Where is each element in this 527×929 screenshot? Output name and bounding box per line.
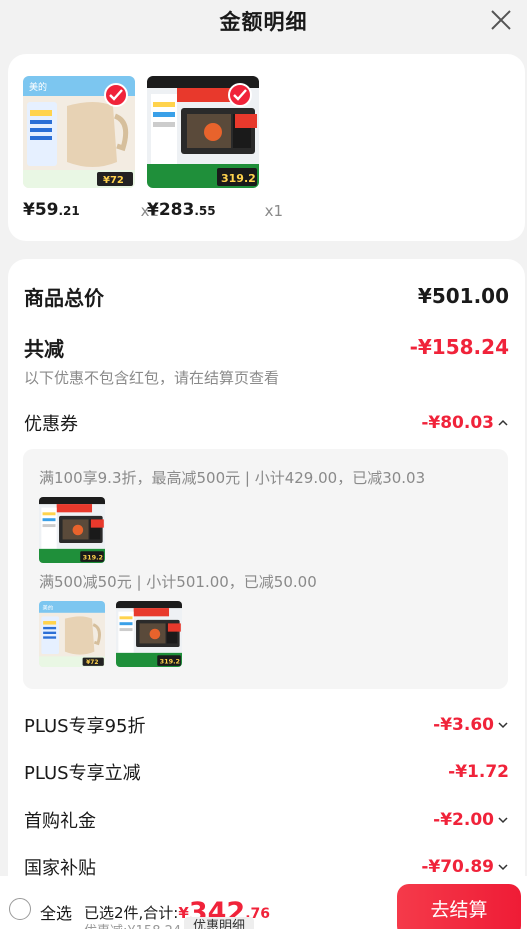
- discount-label: PLUS专享立减: [24, 763, 141, 784]
- coupon-value[interactable]: -¥80.03: [421, 413, 509, 433]
- select-all-radio[interactable]: [9, 898, 31, 920]
- chevron-down-icon[interactable]: [497, 719, 509, 731]
- discount-note: 以下优惠不包含红包，请在结算页查看: [24, 369, 280, 387]
- checked-icon[interactable]: [104, 83, 128, 107]
- chevron-up-icon[interactable]: [497, 417, 509, 429]
- discount-row-first-purchase[interactable]: 首购礼金 -¥2.00: [24, 805, 509, 835]
- coupon-product-thumbnail: [39, 601, 105, 667]
- reduce-value: -¥158.24: [409, 335, 509, 359]
- kettle-image: [39, 601, 105, 667]
- microwave-image: [39, 497, 105, 563]
- discount-value[interactable]: -¥3.60: [433, 715, 509, 735]
- close-icon[interactable]: [489, 8, 513, 32]
- chevron-down-icon[interactable]: [497, 814, 509, 826]
- coupon-product-thumbnail: [39, 497, 105, 563]
- discount-row-plus95[interactable]: PLUS专享95折 -¥3.60: [24, 710, 509, 740]
- discount-summary: 优惠减:¥158.24: [84, 920, 181, 929]
- checkout-bar: 全选 已选2件,合计:¥342.76 优惠减:¥158.24 优惠明细 去结算: [0, 876, 527, 929]
- discount-label: 首购礼金: [24, 811, 96, 832]
- total-row: 商品总价 ¥501.00: [24, 281, 509, 311]
- coupon-label: 优惠券: [24, 414, 78, 435]
- microwave-image: [116, 601, 182, 667]
- checkmark-icon: [109, 89, 123, 101]
- product-card: ¥59.21 x1 ¥283.55 x1: [8, 54, 525, 241]
- product-price: ¥59.21: [23, 200, 80, 220]
- select-all-label[interactable]: 全选: [40, 900, 72, 924]
- product-quantity: x1: [264, 202, 283, 220]
- page-title: 金额明细: [219, 10, 308, 34]
- chevron-down-icon[interactable]: [497, 861, 509, 873]
- product-item-kettle[interactable]: ¥59.21 x1: [23, 76, 159, 220]
- product-thumbnail[interactable]: [23, 76, 135, 188]
- coupon-product-thumbnail: [116, 601, 182, 667]
- coupon-row[interactable]: 优惠券 -¥80.03: [24, 408, 509, 438]
- product-item-microwave[interactable]: ¥283.55 x1: [147, 76, 283, 220]
- total-label: 商品总价: [24, 285, 104, 310]
- price-detail-card: 商品总价 ¥501.00 共减 -¥158.24 以下优惠不包含红包，请在结算页…: [8, 259, 525, 929]
- product-thumbnail[interactable]: [147, 76, 259, 188]
- discount-value[interactable]: -¥70.89: [421, 857, 509, 877]
- checked-icon[interactable]: [228, 83, 252, 107]
- coupon-rule-2: 满500减50元 | 小计501.00，已减50.00: [39, 573, 317, 591]
- discount-label: PLUS专享95折: [24, 716, 146, 737]
- product-price: ¥283.55: [147, 200, 216, 220]
- coupon-detail-panel: 满100享9.3折，最高减500元 | 小计429.00，已减30.03 满50…: [23, 449, 508, 689]
- checkout-button[interactable]: 去结算: [397, 884, 521, 929]
- total-value: ¥501.00: [417, 284, 509, 308]
- discount-detail-button[interactable]: 优惠明细: [184, 917, 254, 929]
- checkmark-icon: [233, 89, 247, 101]
- discount-row-plus-instant: PLUS专享立减 -¥1.72: [24, 757, 509, 787]
- reduce-label: 共减: [24, 336, 64, 361]
- header: 金额明细: [0, 0, 527, 44]
- reduce-row: 共减 -¥158.24: [24, 332, 509, 362]
- discount-value: -¥1.72: [448, 762, 509, 782]
- coupon-rule-1: 满100享9.3折，最高减500元 | 小计429.00，已减30.03: [39, 469, 426, 487]
- discount-value[interactable]: -¥2.00: [433, 810, 509, 830]
